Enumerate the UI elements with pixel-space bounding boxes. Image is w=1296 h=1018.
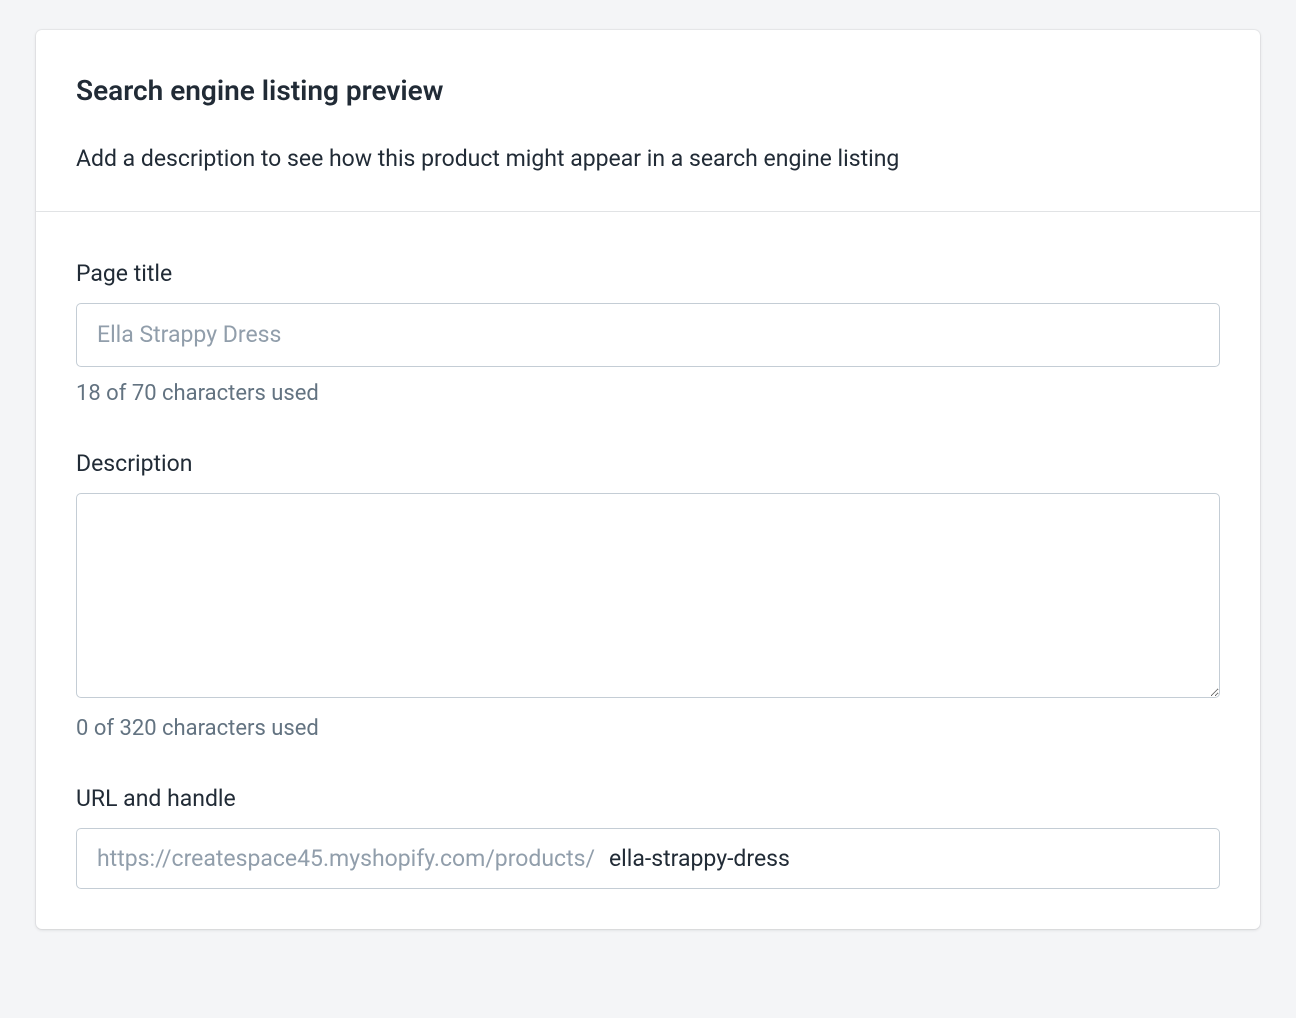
card-title: Search engine listing preview xyxy=(76,74,1220,107)
page-title-input[interactable] xyxy=(76,303,1220,367)
url-handle-label: URL and handle xyxy=(76,785,1220,812)
description-input[interactable] xyxy=(76,493,1220,698)
page-title-label: Page title xyxy=(76,260,1220,287)
card-subtitle: Add a description to see how this produc… xyxy=(76,143,1220,175)
description-group: Description 0 of 320 characters used xyxy=(76,450,1220,741)
description-helper: 0 of 320 characters used xyxy=(76,716,1220,741)
url-handle-group: URL and handle https://createspace45.mys… xyxy=(76,785,1220,889)
seo-card: Search engine listing preview Add a desc… xyxy=(36,30,1260,929)
url-handle-input[interactable] xyxy=(609,845,1199,872)
page-title-helper: 18 of 70 characters used xyxy=(76,381,1220,406)
description-label: Description xyxy=(76,450,1220,477)
url-prefix: https://createspace45.myshopify.com/prod… xyxy=(97,845,609,872)
url-input-wrapper[interactable]: https://createspace45.myshopify.com/prod… xyxy=(76,828,1220,889)
card-body: Page title 18 of 70 characters used Desc… xyxy=(36,212,1260,929)
card-header: Search engine listing preview Add a desc… xyxy=(36,30,1260,211)
page-title-group: Page title 18 of 70 characters used xyxy=(76,260,1220,406)
